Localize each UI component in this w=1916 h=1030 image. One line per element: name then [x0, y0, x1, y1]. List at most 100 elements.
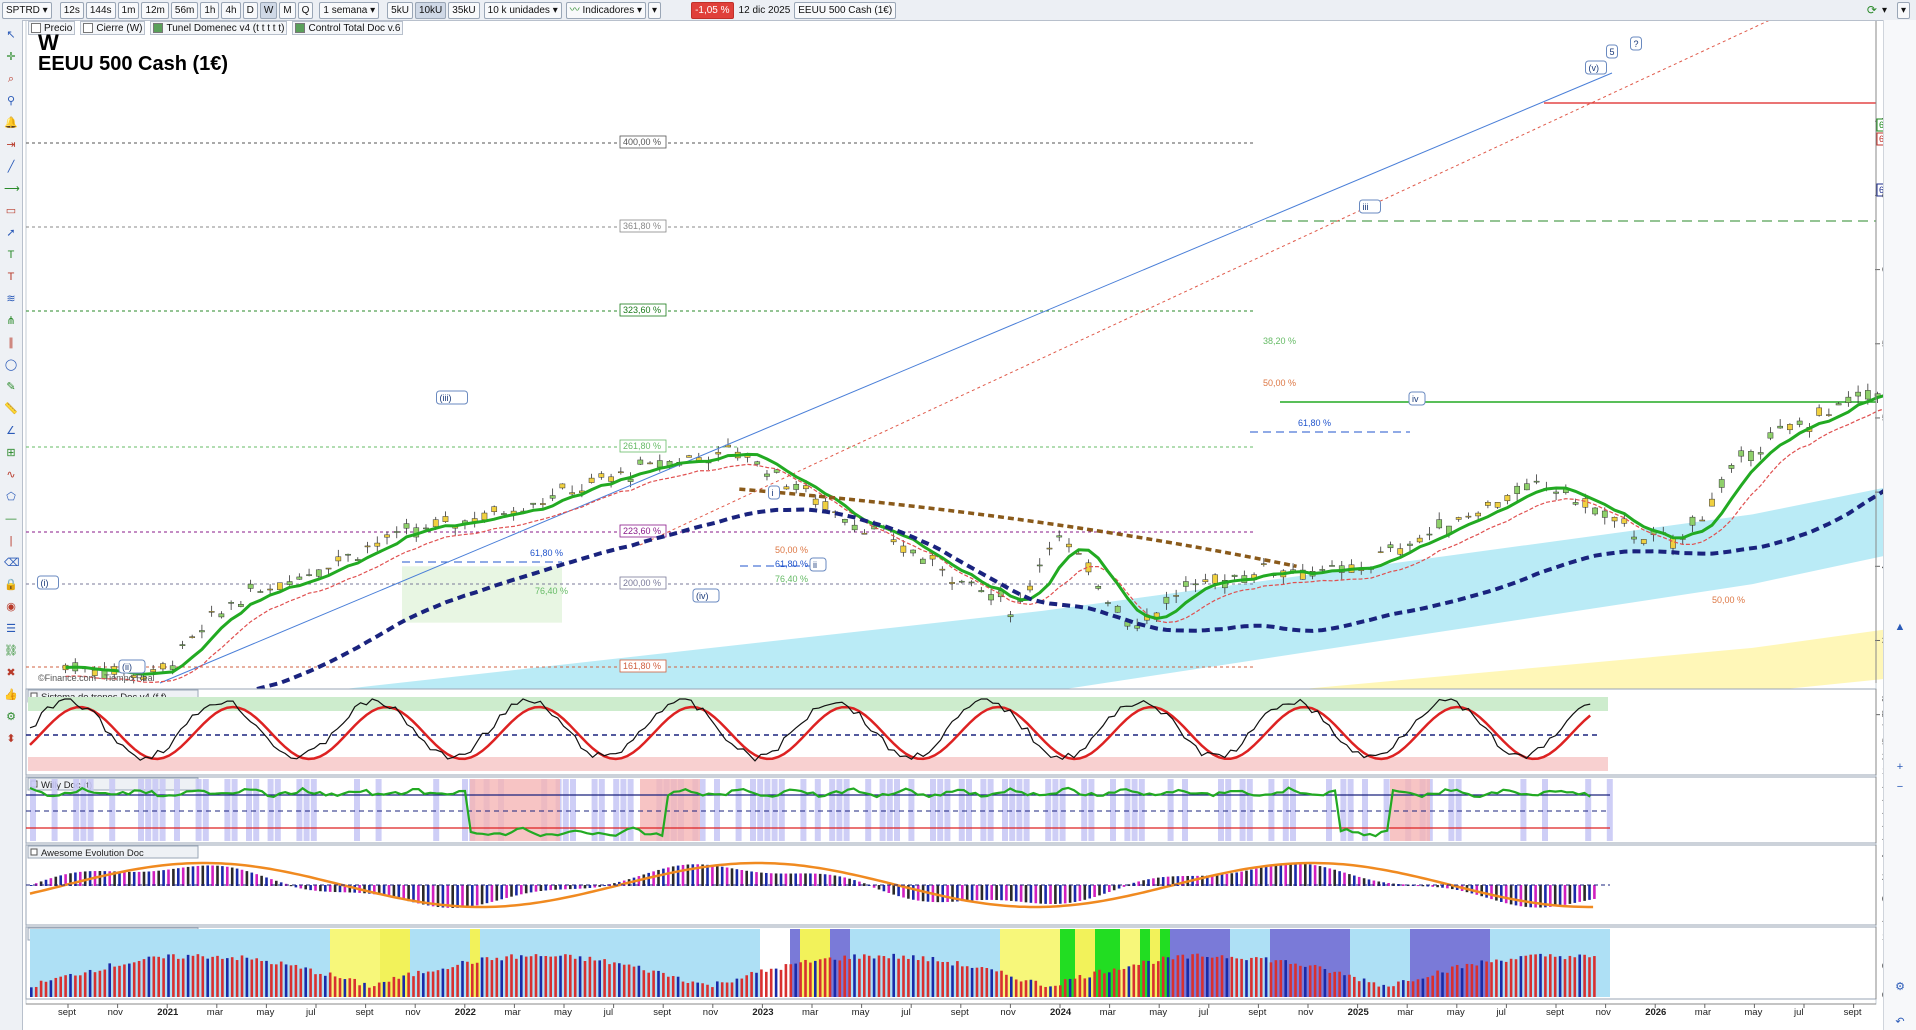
shape-icon[interactable]: ⬠	[4, 490, 18, 504]
undo-icon[interactable]: ↶	[1893, 1015, 1907, 1029]
magnet-icon[interactable]: ⚲	[4, 94, 18, 108]
strength-bar	[1137, 964, 1140, 997]
expand-icon[interactable]: ⬍	[4, 732, 18, 746]
eraser-icon[interactable]: ⌫	[4, 556, 20, 570]
unit-button-35ku[interactable]: 35kU	[448, 1, 480, 19]
thumbs-up-icon[interactable]: 👍	[4, 688, 18, 702]
compare-button[interactable]: ▾	[648, 1, 662, 19]
strength-bar	[1372, 982, 1376, 997]
candle-body	[1475, 512, 1482, 517]
strength-bar	[1318, 966, 1322, 997]
layers-icon[interactable]: ☰	[4, 622, 18, 636]
willy-bar	[591, 779, 598, 841]
unit-button-10ku[interactable]: 10kU	[414, 1, 447, 19]
interval-button-144s[interactable]: 144s	[85, 1, 116, 19]
marker-icon[interactable]: ✎	[4, 380, 18, 394]
indicator-checkbox[interactable]	[30, 848, 38, 856]
candle-body	[208, 611, 215, 613]
more-icon[interactable]: ▾	[1882, 5, 1887, 16]
interval-button-q[interactable]: Q	[297, 1, 314, 19]
candle-body	[1514, 485, 1520, 494]
strength-bar	[1402, 980, 1405, 997]
period-select[interactable]: 1 semana ▾	[319, 1, 380, 19]
horizontal-line-icon[interactable]: —	[4, 512, 18, 526]
interval-button-12m[interactable]: 12m	[141, 1, 169, 19]
strength-bar	[716, 981, 719, 997]
candle-body	[481, 512, 488, 521]
legend-checkbox[interactable]	[153, 23, 164, 33]
chart-canvas[interactable]: 400,00 % 361,80 % 323,60 % 261,80 % 223,60 %…	[0, 0, 1916, 1030]
strength-bar	[436, 970, 440, 997]
interval-button-12s[interactable]: 12s	[59, 1, 84, 19]
symbol-select[interactable]: SPTRD ▾	[2, 1, 52, 19]
visibility-icon[interactable]: ◉	[4, 600, 18, 614]
legend-item[interactable]: Cierre (W)	[80, 21, 146, 35]
strength-bar	[270, 964, 273, 997]
wave-icon[interactable]: ∿	[4, 468, 18, 482]
willy-bar	[937, 779, 944, 841]
strength-bar	[936, 961, 940, 997]
ray-icon[interactable]: ⟶	[4, 182, 20, 196]
scroll-up-icon[interactable]: ▲	[1893, 620, 1907, 634]
pitchfork-icon[interactable]: ⋔	[4, 314, 18, 328]
ellipse-icon[interactable]: ◯	[4, 358, 18, 372]
legend-item[interactable]: Tunel Domenec v4 (t t t t t)	[150, 21, 288, 35]
link-icon[interactable]: ⛓	[4, 644, 18, 658]
legend-checkbox[interactable]	[295, 23, 306, 33]
gann-icon[interactable]: ⊞	[4, 446, 18, 460]
vertical-line-icon[interactable]: |	[4, 534, 18, 548]
fan-icon[interactable]: ∠	[4, 424, 18, 438]
trend-line-icon[interactable]: ╱	[4, 160, 18, 174]
delete-icon[interactable]: ✖	[4, 666, 18, 680]
refresh-icon[interactable]: ⟳	[1867, 3, 1877, 17]
interval-button-1m[interactable]: 1m	[117, 1, 140, 19]
arrow-icon[interactable]: ➚	[4, 226, 18, 240]
interval-button-w[interactable]: W	[259, 1, 278, 19]
crosshair-icon[interactable]: ✛	[4, 50, 18, 64]
histogram-bar	[1000, 885, 1003, 901]
strength-bar	[348, 978, 352, 997]
strength-bar	[216, 955, 219, 997]
rectangle-icon[interactable]: ▭	[4, 204, 18, 218]
candle-body	[335, 556, 342, 562]
zoom-in-icon[interactable]: +	[1893, 760, 1907, 774]
settings-icon[interactable]: ⚙	[4, 710, 18, 724]
text-box-icon[interactable]: T	[4, 270, 18, 284]
legend-checkbox[interactable]	[83, 23, 94, 33]
ruler-icon[interactable]: 📏	[4, 402, 18, 416]
zoom-icon[interactable]: ⌕	[4, 72, 18, 86]
histogram-bar	[333, 885, 337, 893]
strength-bar	[1220, 955, 1224, 997]
interval-button-d[interactable]: D	[242, 1, 258, 19]
cursor-icon[interactable]: ↖	[4, 28, 18, 42]
interval-button-4h[interactable]: 4h	[221, 1, 241, 19]
zoom-out-icon[interactable]: −	[1893, 780, 1907, 794]
fib-icon[interactable]: ≋	[4, 292, 18, 306]
alert-bell-icon[interactable]: 🔔	[4, 116, 18, 130]
units-select[interactable]: 10 k unidades ▾	[483, 1, 562, 19]
legend-item[interactable]: Control Total Doc v.6	[292, 21, 404, 35]
wave-label-box	[768, 485, 780, 500]
strength-bar	[1299, 965, 1302, 997]
histogram-bar	[1573, 885, 1577, 903]
interval-button-1h[interactable]: 1h	[200, 1, 220, 19]
measure-icon[interactable]: ⇥	[4, 138, 18, 152]
strength-bar	[118, 965, 121, 997]
settings-icon[interactable]: ⚙	[1893, 980, 1907, 994]
histogram-bar	[230, 867, 234, 886]
willy-bar	[1585, 779, 1592, 841]
strength-bar	[892, 953, 895, 997]
strength-bar	[157, 956, 160, 997]
lock-icon[interactable]: 🔒	[4, 578, 18, 592]
strength-bar	[69, 973, 72, 997]
window-menu-button[interactable]: ▾	[1896, 1, 1910, 19]
strength-bar	[1059, 985, 1062, 997]
indicators-button[interactable]: 〰 Indicadores ▾	[565, 1, 647, 19]
strength-bar	[1504, 961, 1508, 997]
channel-icon[interactable]: ∥	[4, 336, 18, 350]
text-icon[interactable]: T	[4, 248, 18, 262]
interval-button-m[interactable]: M	[279, 1, 296, 19]
unit-button-5ku[interactable]: 5kU	[387, 1, 413, 19]
candle-body	[1864, 390, 1871, 400]
interval-button-56m[interactable]: 56m	[170, 1, 199, 19]
